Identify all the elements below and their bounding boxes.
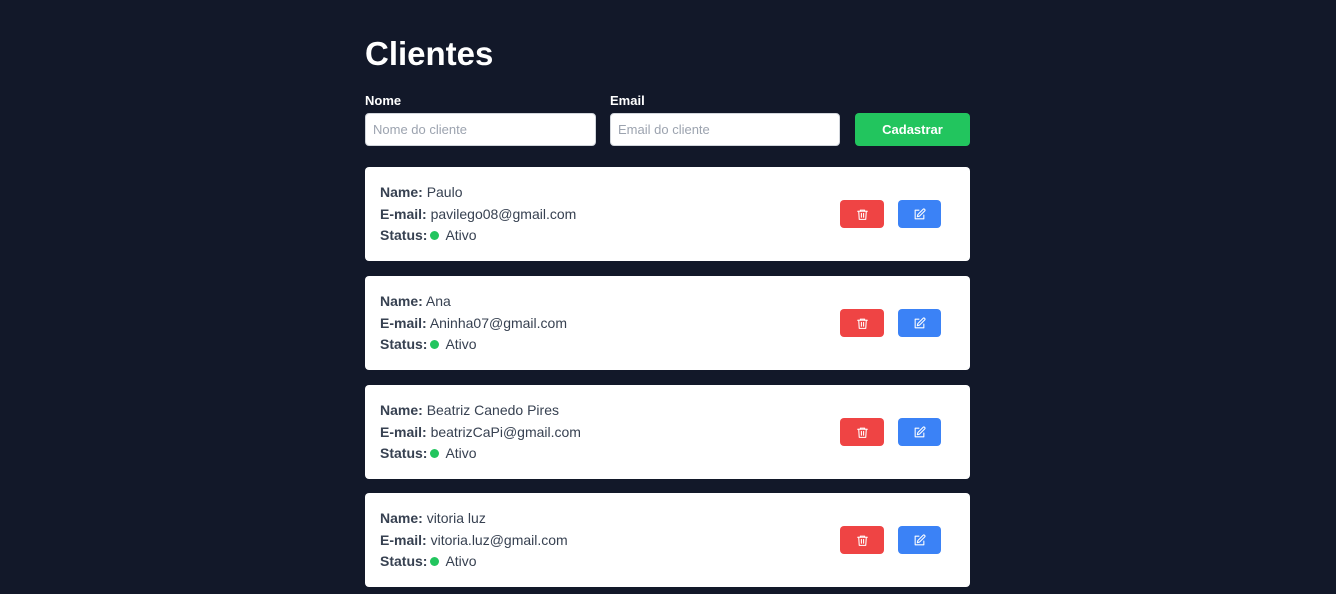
client-status: Ativo bbox=[445, 336, 477, 352]
delete-button[interactable] bbox=[840, 200, 884, 228]
client-info: Name: vitoria luz E-mail: vitoria.luz@gm… bbox=[380, 508, 568, 573]
client-email-line: E-mail: vitoria.luz@gmail.com bbox=[380, 530, 568, 552]
client-email-line: E-mail: beatrizCaPi@gmail.com bbox=[380, 422, 581, 444]
client-status: Ativo bbox=[445, 227, 477, 243]
trash-icon bbox=[856, 318, 868, 329]
name-field-group: Nome bbox=[365, 93, 596, 146]
client-name-line: Name: Beatriz Canedo Pires bbox=[380, 400, 581, 422]
status-label: Status: bbox=[380, 445, 428, 461]
card-actions bbox=[840, 526, 942, 554]
edit-icon bbox=[914, 425, 926, 437]
name-label: Name: bbox=[380, 510, 423, 526]
card-actions bbox=[840, 200, 942, 228]
client-name-line: Name: vitoria luz bbox=[380, 508, 568, 530]
status-label: Status: bbox=[380, 227, 428, 243]
client-email: beatrizCaPi@gmail.com bbox=[430, 423, 581, 440]
client-info: Name: Ana E-mail: Aninha07@gmail.com Sta… bbox=[380, 291, 567, 356]
delete-button[interactable] bbox=[840, 526, 884, 554]
edit-button[interactable] bbox=[898, 418, 941, 446]
edit-icon bbox=[914, 533, 926, 545]
card-actions bbox=[840, 309, 942, 337]
edit-icon bbox=[914, 316, 926, 328]
client-email: pavilego08@gmail.com bbox=[430, 205, 577, 222]
email-label: E-mail: bbox=[380, 314, 427, 331]
trash-icon bbox=[856, 209, 868, 220]
client-card: Name: Paulo E-mail: pavilego08@gmail.com… bbox=[365, 167, 970, 261]
client-status-line: Status: Ativo bbox=[380, 334, 567, 356]
email-label: E-mail: bbox=[380, 423, 427, 440]
client-name: Beatriz Canedo Pires bbox=[426, 402, 559, 418]
card-actions bbox=[840, 418, 942, 446]
client-name-line: Name: Ana bbox=[380, 291, 567, 313]
edit-button[interactable] bbox=[898, 309, 941, 337]
page-title: Clientes bbox=[365, 35, 494, 72]
client-status-line: Status: Ativo bbox=[380, 225, 576, 247]
delete-button[interactable] bbox=[840, 418, 884, 446]
name-label: Name: bbox=[380, 402, 423, 418]
status-dot-icon bbox=[430, 449, 440, 458]
status-dot-icon bbox=[430, 340, 440, 349]
client-name-line: Name: Paulo bbox=[380, 182, 576, 204]
client-email: vitoria.luz@gmail.com bbox=[430, 531, 568, 548]
edit-button[interactable] bbox=[898, 526, 941, 554]
email-input[interactable] bbox=[610, 113, 840, 146]
client-card: Name: vitoria luz E-mail: vitoria.luz@gm… bbox=[365, 493, 970, 587]
client-name: Ana bbox=[425, 293, 451, 309]
client-name: Paulo bbox=[426, 184, 463, 200]
email-label: Email bbox=[610, 93, 645, 108]
name-label: Name: bbox=[380, 293, 423, 309]
name-label: Nome bbox=[365, 93, 402, 108]
client-email: Aninha07@gmail.com bbox=[429, 314, 567, 331]
client-name: vitoria luz bbox=[426, 510, 486, 526]
client-status-line: Status: Ativo bbox=[380, 551, 568, 573]
status-label: Status: bbox=[380, 553, 428, 569]
delete-button[interactable] bbox=[840, 309, 884, 337]
name-label: Name: bbox=[380, 184, 423, 200]
client-status-line: Status: Ativo bbox=[380, 443, 581, 465]
email-label: E-mail: bbox=[380, 205, 427, 222]
edit-icon bbox=[914, 207, 926, 219]
client-status: Ativo bbox=[445, 445, 477, 461]
client-form: Nome Email Cadastrar bbox=[365, 93, 970, 147]
trash-icon bbox=[856, 427, 868, 438]
client-email-line: E-mail: pavilego08@gmail.com bbox=[380, 204, 576, 226]
trash-icon bbox=[856, 535, 868, 546]
client-card: Name: Ana E-mail: Aninha07@gmail.com Sta… bbox=[365, 276, 970, 370]
email-field-group: Email bbox=[610, 93, 840, 146]
cadastrar-button[interactable]: Cadastrar bbox=[855, 113, 970, 146]
client-info: Name: Beatriz Canedo Pires E-mail: beatr… bbox=[380, 400, 581, 465]
name-input[interactable] bbox=[365, 113, 596, 146]
status-dot-icon bbox=[430, 231, 440, 240]
client-card: Name: Beatriz Canedo Pires E-mail: beatr… bbox=[365, 385, 970, 479]
client-status: Ativo bbox=[445, 553, 477, 569]
status-dot-icon bbox=[430, 557, 440, 566]
email-label: E-mail: bbox=[380, 531, 427, 548]
edit-button[interactable] bbox=[898, 200, 941, 228]
client-email-line: E-mail: Aninha07@gmail.com bbox=[380, 313, 567, 335]
client-info: Name: Paulo E-mail: pavilego08@gmail.com… bbox=[380, 182, 576, 247]
status-label: Status: bbox=[380, 336, 428, 352]
